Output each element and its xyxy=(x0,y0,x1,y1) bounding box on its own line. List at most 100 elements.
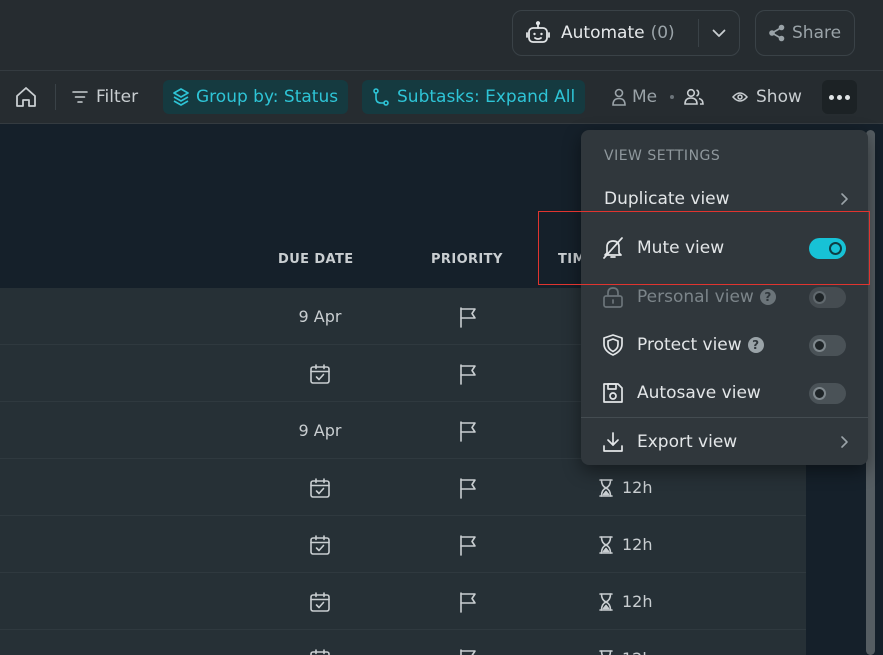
priority-cell[interactable] xyxy=(458,459,478,516)
toolbar-divider xyxy=(55,84,56,110)
hourglass-icon xyxy=(598,478,614,498)
eye-icon xyxy=(732,91,748,103)
protect-view-toggle[interactable] xyxy=(809,335,846,356)
save-icon xyxy=(601,381,625,405)
help-icon[interactable]: ? xyxy=(759,289,776,305)
download-icon xyxy=(601,430,625,454)
toggle-knob xyxy=(813,387,826,400)
personal-view-item[interactable]: Personal view? xyxy=(581,273,868,321)
filter-button[interactable]: Filter xyxy=(72,80,138,114)
subtasks-button[interactable]: Subtasks: Expand All xyxy=(362,80,586,114)
priority-cell[interactable] xyxy=(458,288,478,345)
table-row[interactable]: 12h xyxy=(0,516,806,573)
subtasks-icon xyxy=(372,88,390,106)
time-estimate-cell[interactable]: 12h xyxy=(598,630,653,655)
flag-icon xyxy=(458,648,478,655)
due-date-cell[interactable] xyxy=(290,459,350,516)
calendar-icon xyxy=(308,476,332,500)
more-options-button[interactable] xyxy=(822,80,857,114)
mute-view-item[interactable]: Mute view xyxy=(581,224,868,272)
toggle-knob xyxy=(813,339,826,352)
bell-off-icon xyxy=(601,236,625,260)
share-icon xyxy=(768,24,786,42)
more-dot-icon xyxy=(837,94,842,100)
share-button[interactable]: Share xyxy=(755,10,855,56)
mute-view-toggle[interactable] xyxy=(809,238,846,259)
filter-icon xyxy=(72,90,88,104)
mute-view-label: Mute view xyxy=(637,238,725,258)
people-icon xyxy=(684,88,704,106)
automate-dropdown-button[interactable] xyxy=(699,11,739,55)
column-header-priority[interactable]: PRIORITY xyxy=(431,252,503,267)
time-estimate-value: 12h xyxy=(622,592,653,611)
priority-cell[interactable] xyxy=(458,573,478,630)
automate-count: (0) xyxy=(650,23,675,43)
toggle-knob xyxy=(829,242,842,255)
personal-view-text: Personal view xyxy=(637,287,754,307)
due-date-value: 9 Apr xyxy=(298,421,342,440)
duplicate-view-item[interactable]: Duplicate view xyxy=(581,175,868,223)
more-dot-icon xyxy=(829,94,834,100)
flag-icon xyxy=(458,363,478,385)
menu-title: VIEW SETTINGS xyxy=(604,148,721,164)
assignees-button[interactable] xyxy=(684,80,704,114)
table-row[interactable]: 12h xyxy=(0,459,806,516)
table-row[interactable]: 12h xyxy=(0,573,806,630)
autosave-view-toggle[interactable] xyxy=(809,383,846,404)
column-header-due-date[interactable]: DUE DATE xyxy=(278,252,354,267)
automate-button[interactable]: Automate (0) xyxy=(512,10,740,56)
automate-main[interactable]: Automate (0) xyxy=(513,11,697,55)
due-date-cell[interactable] xyxy=(290,630,350,655)
calendar-icon xyxy=(308,590,332,614)
due-date-cell[interactable] xyxy=(290,345,350,402)
group-by-button[interactable]: Group by: Status xyxy=(163,80,349,114)
hourglass-icon xyxy=(598,535,614,555)
home-icon xyxy=(14,85,38,109)
flag-icon xyxy=(458,534,478,556)
priority-cell[interactable] xyxy=(458,345,478,402)
flag-icon xyxy=(458,420,478,442)
time-estimate-cell[interactable]: 12h xyxy=(598,516,653,573)
chevron-right-icon xyxy=(837,435,851,449)
more-dot-icon xyxy=(845,94,850,100)
calendar-icon xyxy=(308,362,332,386)
time-estimate-cell[interactable]: 12h xyxy=(598,459,653,516)
show-button[interactable]: Show xyxy=(732,80,802,114)
toggle-knob xyxy=(813,291,826,304)
autosave-view-item[interactable]: Autosave view xyxy=(581,369,868,417)
subtasks-label: Subtasks: Expand All xyxy=(397,87,576,107)
due-date-cell[interactable]: 9 Apr xyxy=(290,288,350,345)
due-date-cell[interactable]: 9 Apr xyxy=(290,402,350,459)
me-label: Me xyxy=(632,87,658,107)
share-label: Share xyxy=(792,23,842,43)
time-estimate-value: 12h xyxy=(622,478,653,497)
calendar-icon xyxy=(308,647,332,655)
group-by-label: Group by: Status xyxy=(196,87,339,107)
due-date-cell[interactable] xyxy=(290,573,350,630)
hourglass-icon xyxy=(598,649,614,655)
robot-icon xyxy=(525,20,551,46)
help-icon[interactable]: ? xyxy=(747,337,764,353)
time-estimate-cell[interactable]: 12h xyxy=(598,573,653,630)
priority-cell[interactable] xyxy=(458,402,478,459)
flag-icon xyxy=(458,477,478,499)
lock-icon xyxy=(601,285,625,309)
export-view-label: Export view xyxy=(637,432,738,452)
filter-label: Filter xyxy=(96,87,139,107)
protect-view-item[interactable]: Protect view? xyxy=(581,321,868,369)
separator-dot xyxy=(670,95,674,99)
priority-cell[interactable] xyxy=(458,630,478,655)
home-button[interactable] xyxy=(14,80,40,114)
show-label: Show xyxy=(756,87,802,107)
table-row[interactable]: 12h xyxy=(0,630,806,655)
priority-cell[interactable] xyxy=(458,516,478,573)
due-date-value: 9 Apr xyxy=(298,307,342,326)
me-filter-button[interactable]: Me xyxy=(612,80,657,114)
protect-view-text: Protect view xyxy=(637,335,742,355)
export-view-item[interactable]: Export view xyxy=(581,418,868,466)
personal-view-toggle[interactable] xyxy=(809,287,846,308)
due-date-cell[interactable] xyxy=(290,516,350,573)
view-settings-menu: VIEW SETTINGS Duplicate view Mute view P… xyxy=(581,130,868,465)
chevron-down-icon xyxy=(711,25,727,41)
flag-icon xyxy=(458,306,478,328)
